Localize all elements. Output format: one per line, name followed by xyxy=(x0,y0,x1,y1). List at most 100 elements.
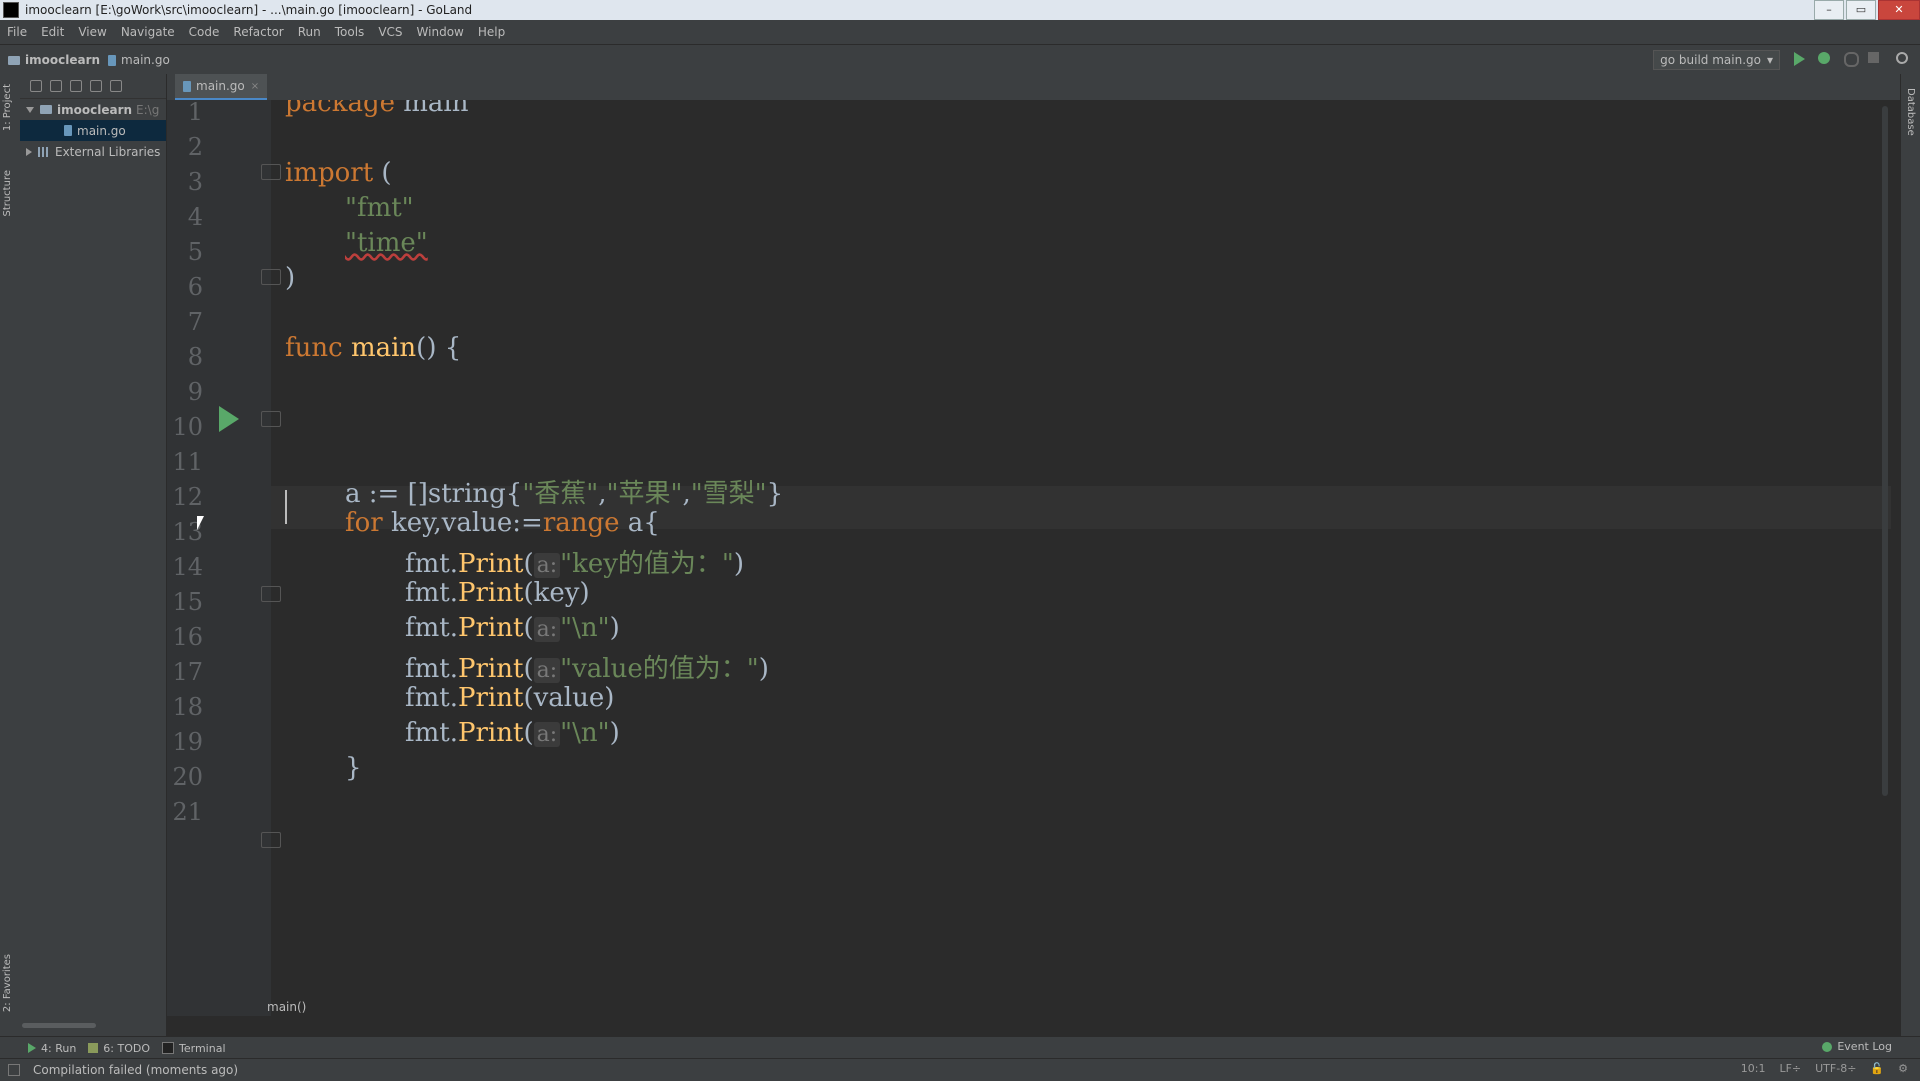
package-ref: fmt. xyxy=(405,578,458,608)
menu-tools[interactable]: Tools xyxy=(328,25,372,39)
parameter-hint: a: xyxy=(533,617,561,642)
tool-windows-toggle-icon[interactable] xyxy=(8,1064,20,1076)
menu-view[interactable]: View xyxy=(71,25,113,39)
run-icon xyxy=(1794,52,1805,66)
expand-arrow-icon[interactable] xyxy=(26,106,34,113)
run-gutter-icon[interactable] xyxy=(219,406,239,432)
status-message[interactable]: Compilation failed (moments ago) xyxy=(33,1063,238,1077)
mouse-pointer-icon xyxy=(197,516,204,530)
for-vars: key,value:= xyxy=(382,508,543,538)
run-button[interactable] xyxy=(1794,52,1808,66)
paren: ( xyxy=(523,718,534,748)
tree-item-main-go[interactable]: main.go xyxy=(20,120,166,141)
code-line-14: fmt.Print(a: "key的值为：") xyxy=(405,543,744,580)
collapse-arrow-icon[interactable] xyxy=(26,147,32,156)
hide-icon[interactable] xyxy=(110,80,122,92)
package-ref: fmt. xyxy=(405,549,458,579)
menu-file[interactable]: File xyxy=(0,25,34,39)
project-tool-button[interactable]: 1: Project xyxy=(2,84,13,131)
paren: ) xyxy=(609,718,620,748)
paren: ) xyxy=(609,613,620,643)
line-separator[interactable]: LF÷ xyxy=(1779,1062,1801,1075)
navigation-bar: imooclearn main.go go build main.go ▾ xyxy=(0,44,1920,76)
maximize-button[interactable]: ▭ xyxy=(1846,0,1876,20)
library-icon xyxy=(38,146,50,157)
tab-main-go[interactable]: main.go × xyxy=(175,74,268,101)
todo-tool-button[interactable]: 6: TODO xyxy=(88,1042,150,1055)
structure-tool-button[interactable]: Structure xyxy=(2,170,13,217)
debug-button[interactable] xyxy=(1818,52,1832,66)
breadcrumb-file[interactable]: main.go xyxy=(108,53,170,67)
menu-vcs[interactable]: VCS xyxy=(371,25,409,39)
code-line-5: "time" xyxy=(345,228,428,258)
fold-marker-icon[interactable] xyxy=(261,269,281,285)
package-ref: fmt. xyxy=(405,654,458,684)
run-configuration-select[interactable]: go build main.go ▾ xyxy=(1653,50,1780,70)
tree-item-external-libraries[interactable]: External Libraries xyxy=(20,141,166,162)
menu-edit[interactable]: Edit xyxy=(34,25,71,39)
menu-run[interactable]: Run xyxy=(291,25,328,39)
todo-icon xyxy=(88,1043,99,1053)
string-literal: "苹果" xyxy=(606,479,683,509)
project-toolbar xyxy=(20,74,166,99)
breadcrumb-project[interactable]: imooclearn xyxy=(8,53,100,67)
editor-content[interactable]: package main import ( "fmt" "time" ) fun… xyxy=(167,100,1900,1016)
menu-help[interactable]: Help xyxy=(471,25,512,39)
paren: ) xyxy=(733,549,745,579)
terminal-tool-button[interactable]: Terminal xyxy=(162,1042,226,1055)
paren: ( xyxy=(523,549,534,579)
terminal-icon xyxy=(162,1042,175,1054)
tree-item-project-label: imooclearn xyxy=(57,102,133,117)
menu-code[interactable]: Code xyxy=(182,25,227,39)
gear-icon[interactable]: ⚙ xyxy=(1898,1062,1908,1075)
close-button[interactable]: ✕ xyxy=(1878,0,1920,20)
paren: ( xyxy=(523,654,534,684)
for-range-target: a{ xyxy=(619,508,660,538)
keyword-import: import xyxy=(285,158,374,188)
tree-item-project-path: E:\g xyxy=(136,102,160,117)
parameter-hint: a: xyxy=(533,553,561,578)
gear-icon[interactable] xyxy=(90,80,102,92)
coverage-button[interactable] xyxy=(1844,52,1859,67)
menu-navigate[interactable]: Navigate xyxy=(114,25,182,39)
tree-item-project[interactable]: imooclearn E:\g xyxy=(20,99,166,120)
database-tool-button[interactable]: Database xyxy=(1905,88,1916,136)
event-log-label: Event Log xyxy=(1837,1040,1892,1053)
fold-marker-icon[interactable] xyxy=(261,411,281,427)
project-scrollbar[interactable] xyxy=(22,1023,96,1028)
code-line-8: func main() { xyxy=(285,333,461,363)
fold-marker-icon[interactable] xyxy=(261,832,281,848)
menu-window[interactable]: Window xyxy=(410,25,471,39)
right-tool-strip: Database xyxy=(1900,74,1920,1036)
editor-scrollbar[interactable] xyxy=(1882,106,1888,796)
paren: ( xyxy=(523,613,534,643)
favorites-tool-button[interactable]: 2: Favorites xyxy=(2,954,13,1012)
fold-marker-icon[interactable] xyxy=(261,586,281,602)
view-mode-icon[interactable] xyxy=(30,80,42,92)
paren: ) xyxy=(579,578,590,608)
keyword-for: for xyxy=(345,508,383,538)
file-encoding[interactable]: UTF-8÷ xyxy=(1815,1062,1856,1075)
run-tool-button[interactable]: 4: Run xyxy=(28,1042,76,1055)
lock-icon[interactable]: 🔓 xyxy=(1870,1062,1884,1075)
string-literal: "\n" xyxy=(560,718,610,748)
menu-refactor[interactable]: Refactor xyxy=(226,25,290,39)
search-button[interactable] xyxy=(1896,52,1910,66)
code-line-15: fmt.Print(key) xyxy=(405,578,590,608)
function-breadcrumb[interactable]: main() xyxy=(267,1000,306,1014)
code-line-18: fmt.Print(value) xyxy=(405,683,614,713)
status-bar: Compilation failed (moments ago) Event L… xyxy=(0,1040,1920,1081)
search-icon xyxy=(1896,52,1908,64)
stop-button[interactable] xyxy=(1868,52,1882,66)
event-log-button[interactable]: Event Log xyxy=(1822,1040,1892,1053)
function-call: Print xyxy=(458,578,524,608)
caret-position[interactable]: 10:1 xyxy=(1741,1062,1766,1075)
minimize-button[interactable]: – xyxy=(1814,0,1844,20)
fold-marker-icon[interactable] xyxy=(261,164,281,180)
import-paren: ( xyxy=(373,158,392,188)
tree-item-external-libraries-label: External Libraries xyxy=(55,144,161,159)
locate-icon[interactable] xyxy=(50,80,62,92)
breadcrumb-project-label: imooclearn xyxy=(25,53,101,67)
collapse-icon[interactable] xyxy=(70,80,82,92)
tab-close-icon[interactable]: × xyxy=(251,81,259,92)
